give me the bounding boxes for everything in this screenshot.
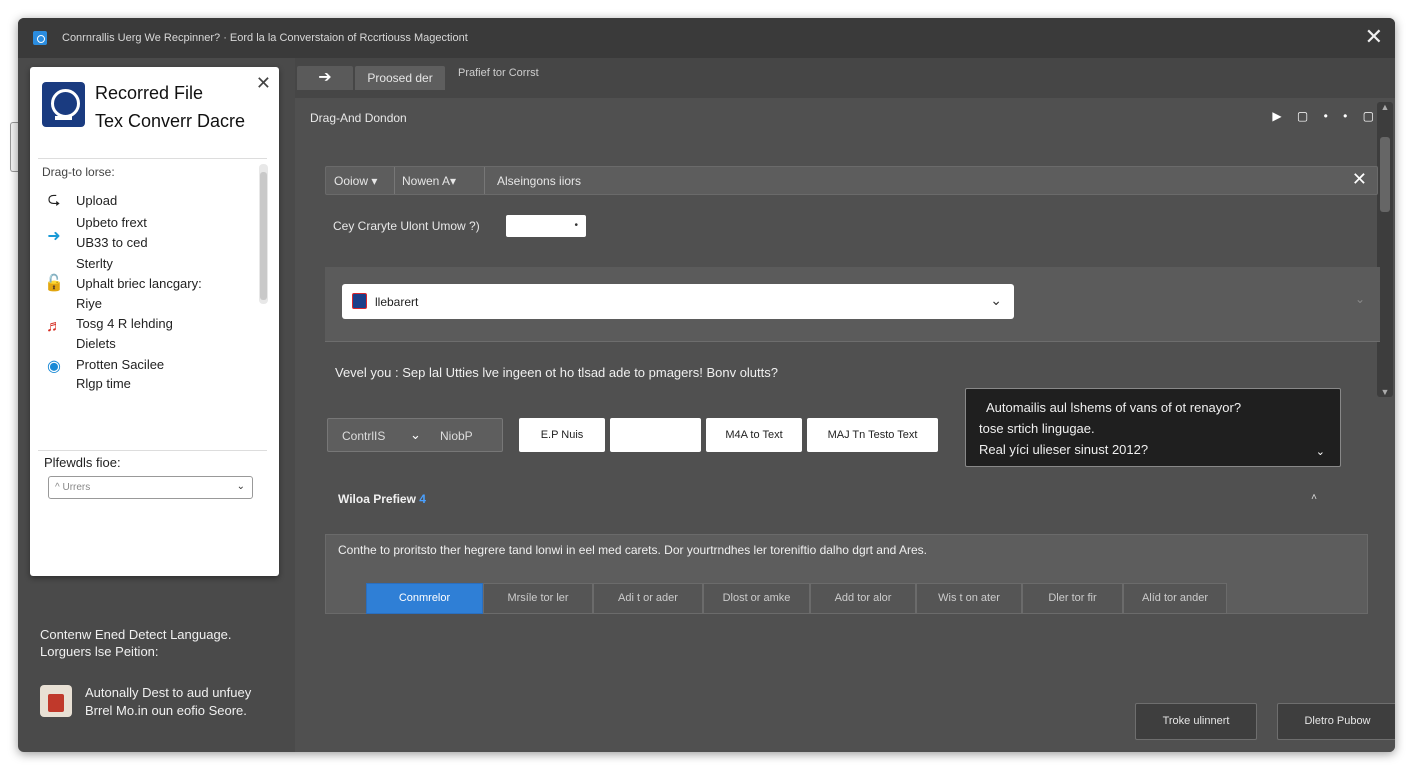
m4a-to-text-button[interactable]: M4A to Text [706,418,802,452]
bottom-note-line: Brrel Mo.in oun eofio Seore. [85,703,247,718]
side-note-line: Contenw Ened Detect Language. [40,627,232,642]
main-content: Drag-And Dondon ▶ ▢ • • ▢ ▲ ▼ Ooiow ▾ No… [295,98,1395,752]
panel-collapse-icon[interactable]: ⌄ [1355,292,1365,306]
list-item[interactable]: Rlgp time [76,376,131,391]
preferences-select[interactable]: ^ Urrers ⌄ [48,476,253,499]
drag-label: Drag-to lorse: [42,165,115,179]
filter-divider [394,167,395,194]
app-logo-icon [42,82,85,127]
scrollbar-thumb[interactable] [1380,137,1390,212]
tab-bar: ➔ Proosed der Prafief tor Corrst [295,58,1395,98]
preview-panel: Conthe to proritsto ther hegrere tand lo… [325,534,1368,614]
list-item[interactable]: Sterlty [76,256,113,271]
preview-description: Conthe to proritsto ther hegrere tand lo… [338,543,927,557]
preferences-select-value: ^ Urrers [55,482,91,493]
question-input[interactable]: • [506,215,586,237]
segment-dler[interactable]: Dler tor fir [1022,583,1123,614]
source-panel: llebarert ⌄ ⌄ [325,267,1380,342]
list-item[interactable]: Tosg 4 R lehding [76,316,173,331]
secondary-action-button[interactable]: Dletro Pubow [1277,703,1395,740]
window-title: Conrnrallis Uerg We Recpinner? · Eord la… [62,32,468,44]
segment-alid[interactable]: Alíd tor ander [1123,583,1227,614]
control-dropdown[interactable]: ContrlIS ⌄ NiobP [327,418,503,452]
file-panel: Recorred File Tex Converr Dacre ✕ Drag-t… [30,67,279,576]
app-icon [33,31,47,45]
panel-title: Recorred File [95,83,204,103]
control-dropdown-label: ContrlIS [342,429,386,443]
main-scrollbar[interactable]: ▲ ▼ [1377,102,1393,397]
upload-icon: ⮎ [47,191,61,208]
arrow-icon: ➜ [47,228,61,245]
preview-accent: 4 [419,492,426,506]
sort-dropdown[interactable]: Ooiow ▾ [334,174,377,188]
preview-heading-text: Wiloa Prefiew [338,492,416,506]
primary-action-button[interactable]: Troke ulinnert [1135,703,1257,740]
panel-scrollbar[interactable] [259,164,268,304]
preferences-label: Plfewdls fioe: [44,455,121,470]
chevron-down-icon: ⌄ [410,427,421,442]
tooltip-line: Real yíci ulieser sinust 2012? [979,442,1149,457]
list-item[interactable]: Riye [76,296,102,311]
chevron-down-icon[interactable]: ⌄ [1316,445,1325,458]
document-icon [40,685,72,717]
side-note-line: Lorguers lse Peition: [40,644,159,659]
tooltip-line: Automailis aul lshems of vans of ot rena… [986,400,1242,415]
music-icon: ♬ [46,318,62,335]
preview-heading: Wiloa Prefiew 4 [338,492,426,506]
order-dropdown[interactable]: Nowen A▾ [402,174,456,188]
info-tooltip: Automailis aul lshems of vans of ot rena… [965,388,1341,467]
prompt-text: Vevel you : Sep lal Utties lve ingeen ot… [335,365,778,380]
maj-to-text-button[interactable]: MAJ Tn Testo Text [807,418,938,452]
list-item[interactable]: Uphalt briec lancgary: [76,276,202,291]
file-icon [352,293,367,309]
lock-icon: 🔓 [44,275,64,292]
tab-arrow-icon[interactable]: ➔ [297,66,353,90]
source-select-value: llebarert [375,295,419,309]
playback-controls[interactable]: ▶ ▢ • • ▢ [1272,109,1380,123]
filter-divider [484,167,485,194]
list-item[interactable]: Upbeto frext [76,215,147,230]
list-item[interactable]: Dielets [76,336,116,351]
list-item-upload[interactable]: Upload [76,193,117,208]
chevron-down-icon: ⌄ [990,292,1002,308]
segment-dlost[interactable]: Dlost or amke [703,583,810,614]
bottom-note-line: Autonally Dest to aud unfuey [85,685,252,700]
scroll-down-icon[interactable]: ▼ [1377,387,1393,397]
scroll-up-icon[interactable]: ▲ [1377,102,1393,112]
control-dropdown-value: NiobP [440,429,473,443]
filter-bar: Ooiow ▾ Nowen A▾ Alseingons iiors ✕ [325,166,1378,195]
filter-search-input[interactable]: Alseingons iiors [497,174,581,188]
chevron-up-icon[interactable]: ˄ [1311,492,1317,503]
tab-proosed-der[interactable]: Proosed der [355,66,445,90]
clear-filter-icon[interactable]: ✕ [1352,169,1367,190]
panel-close-icon[interactable]: ✕ [256,73,271,94]
ep-nuis-button[interactable]: E.P Nuis [519,418,605,452]
segment-wis[interactable]: Wis t on ater [916,583,1022,614]
source-select[interactable]: llebarert ⌄ [342,284,1014,319]
panel-divider [38,158,267,159]
title-bar: Conrnrallis Uerg We Recpinner? · Eord la… [18,18,1395,58]
segment-msile[interactable]: Mrsíle tor ler [483,583,593,614]
panel-divider [38,450,267,451]
window-close-button[interactable]: ✕ [1365,24,1383,50]
record-icon: ◉ [47,358,61,375]
list-item[interactable]: UB33 to ced [76,235,148,250]
panel-scrollbar-thumb[interactable] [260,172,267,300]
list-item[interactable]: Protten Sacilee [76,357,164,372]
question-label: Cey Craryte Ulont Umow ?) [333,219,480,233]
section-title: Drag-And Dondon [310,111,407,125]
blank-button[interactable] [610,418,701,452]
chevron-down-icon: ⌄ [236,481,245,492]
panel-subtitle: Tex Converr Dacre [95,111,246,131]
tooltip-line: tose srtich lingugae. [979,421,1095,436]
tab-prafief[interactable]: Prafief tor Corrst [458,67,539,79]
segment-conmrelor[interactable]: Conmrelor [366,583,483,614]
segment-adi[interactable]: Adi t or ader [593,583,703,614]
segment-add[interactable]: Add tor alor [810,583,916,614]
